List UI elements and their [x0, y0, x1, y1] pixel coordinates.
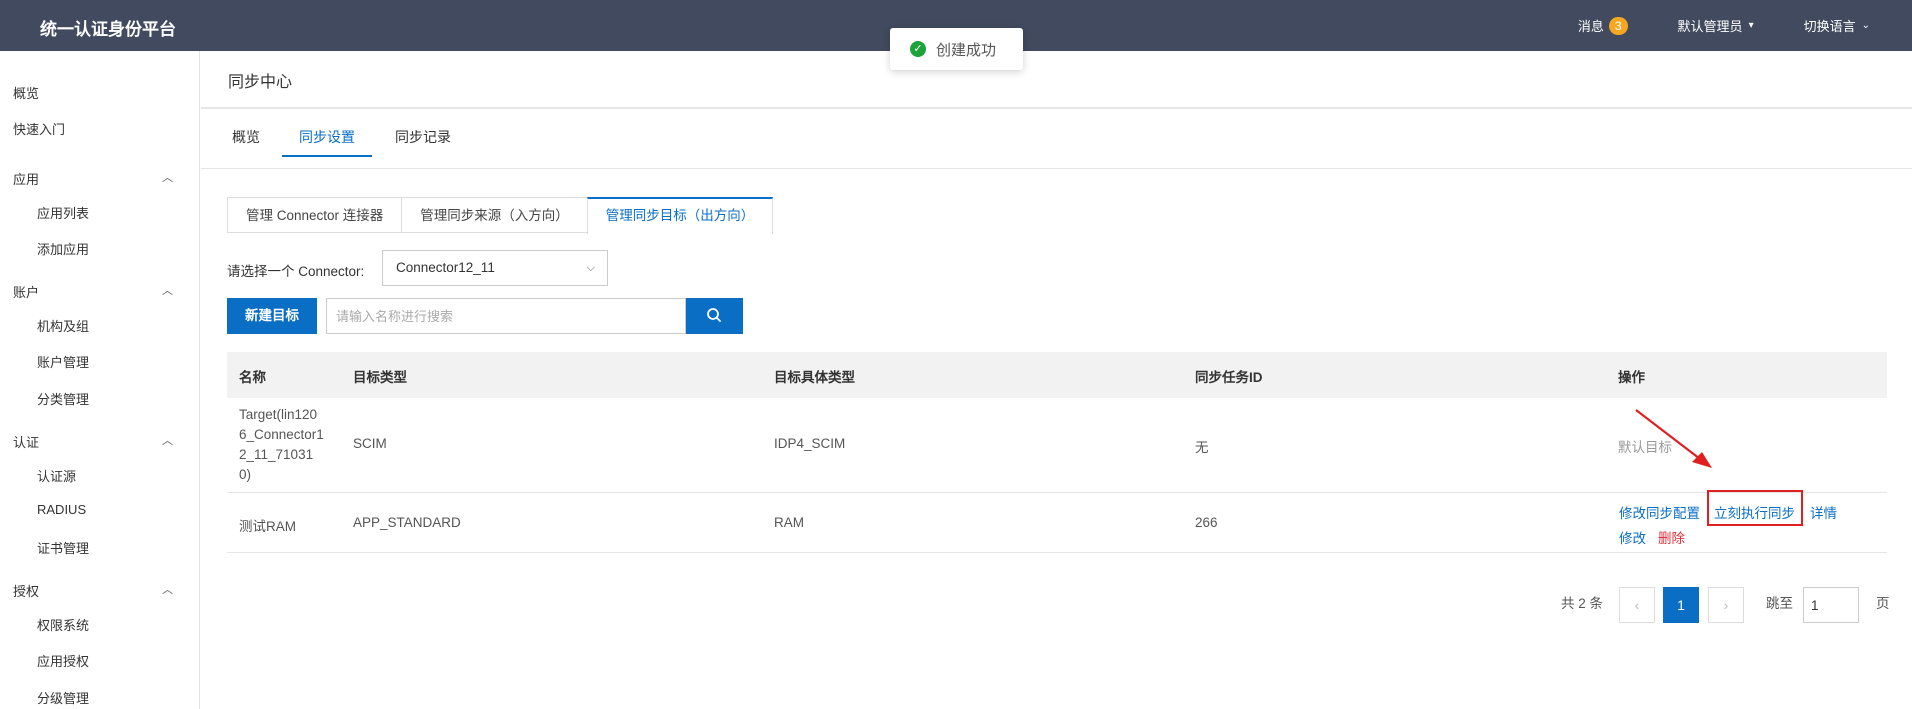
sidebar-item-quickstart[interactable]: 快速入门 [13, 119, 65, 138]
tab-overview[interactable]: 概览 [232, 127, 260, 155]
sidebar-item-cert-mgmt[interactable]: 证书管理 [37, 538, 89, 557]
check-circle-icon: ✓ [910, 41, 926, 57]
main-content: 同步中心 概览 同步设置 同步记录 管理 Connector 连接器 管理同步来… [201, 51, 1912, 709]
row-subtype: IDP4_SCIM [774, 436, 846, 451]
messages-button[interactable]: 消息 3 [1578, 16, 1628, 35]
caret-down-icon: ▾ [1748, 20, 1754, 31]
chevron-right-icon: › [1723, 597, 1729, 613]
details-link[interactable]: 详情 [1810, 502, 1837, 522]
sidebar-item-account-mgmt[interactable]: 账户管理 [37, 352, 89, 371]
connector-label: 请选择一个 Connector: [227, 264, 365, 279]
sidebar: 概览 快速入门 应用 ︿ 应用列表 添加应用 账户 ︿ 机构及组 账户管理 分类… [0, 51, 200, 709]
sidebar-group-accounts[interactable]: 账户 ︿ [13, 282, 173, 301]
table-row: 测试RAM APP_STANDARD RAM 266 修改同步配置 立刻执行同步… [227, 490, 1887, 553]
segment-tabs: 管理 Connector 连接器 管理同步来源（入方向） 管理同步目标（出方向） [227, 197, 774, 235]
page-title: 同步中心 [228, 74, 293, 91]
user-menu[interactable]: 默认管理员 ▾ [1678, 16, 1754, 35]
row-name-line: Target(lin120 [239, 407, 318, 422]
row-name-line: 6_Connector1 [239, 427, 324, 442]
sidebar-group-authorization[interactable]: 授权 ︿ [13, 581, 173, 600]
tab-sync-target[interactable]: 管理同步目标（出方向） [586, 197, 774, 234]
sidebar-group-apps[interactable]: 应用 ︿ [13, 169, 173, 188]
chevron-down-icon: ⌵ [586, 262, 595, 274]
edit-link[interactable]: 修改 [1619, 527, 1646, 547]
tab-sync-records[interactable]: 同步记录 [395, 127, 451, 155]
sidebar-item-tier-mgmt[interactable]: 分级管理 [37, 688, 89, 707]
sidebar-group-label: 账户 [13, 285, 40, 300]
chevron-up-icon: ︿ [162, 584, 173, 596]
row-name-cell: Target(lin120 6_Connector1 2_11_71031 0) [239, 405, 324, 485]
search-icon [707, 308, 721, 322]
row-name-line: 2_11_71031 [239, 447, 314, 462]
connector-select[interactable]: Connector12_11 ⌵ [382, 250, 608, 286]
goto-label: 跳至 [1766, 596, 1793, 611]
top-tabs: 概览 同步设置 同步记录 [201, 109, 1912, 169]
delete-link[interactable]: 删除 [1658, 527, 1685, 547]
chevron-up-icon: ︿ [162, 172, 173, 184]
tab-sync-settings[interactable]: 同步设置 [282, 127, 372, 157]
column-header-task-id: 同步任务ID [1195, 370, 1263, 385]
sidebar-item-app-list[interactable]: 应用列表 [37, 203, 89, 222]
sidebar-item-orgs[interactable]: 机构及组 [37, 316, 89, 335]
page-number-button[interactable]: 1 [1663, 587, 1699, 623]
tab-sync-source[interactable]: 管理同步来源（入方向） [401, 197, 587, 233]
top-right-menu: 消息 3 默认管理员 ▾ 切换语言 ⌄ [1578, 0, 1912, 51]
row-name: 测试RAM [239, 519, 296, 534]
search-input[interactable] [326, 298, 686, 334]
sidebar-group-label: 应用 [13, 172, 40, 187]
sidebar-item-app-authorization[interactable]: 应用授权 [37, 651, 89, 670]
sidebar-item-add-app[interactable]: 添加应用 [37, 239, 89, 258]
highlight-box [1707, 490, 1803, 526]
user-label: 默认管理员 [1677, 19, 1743, 34]
row-name-line: 0) [239, 467, 252, 482]
table-header: 名称 目标类型 目标具体类型 同步任务ID 操作 [227, 352, 1887, 398]
goto-page-input[interactable] [1803, 587, 1859, 623]
language-label: 切换语言 [1803, 19, 1856, 34]
sidebar-item-auth-source[interactable]: 认证源 [37, 466, 76, 485]
pagination-total: 共 2 条 [1561, 596, 1604, 611]
chevron-up-icon: ︿ [162, 435, 173, 447]
column-header-subtype: 目标具体类型 [774, 370, 855, 385]
chevron-left-icon: ‹ [1634, 597, 1640, 613]
sidebar-item-radius[interactable]: RADIUS [37, 502, 86, 517]
row-type: APP_STANDARD [353, 515, 461, 530]
brand-title: 统一认证身份平台 [40, 20, 176, 39]
sidebar-item-permission-system[interactable]: 权限系统 [37, 615, 89, 634]
sidebar-group-label: 认证 [13, 435, 40, 450]
new-target-button[interactable]: 新建目标 [227, 298, 317, 334]
edit-sync-config-link[interactable]: 修改同步配置 [1619, 502, 1700, 522]
success-toast: ✓ 创建成功 [890, 28, 1023, 70]
row-task-id: 无 [1195, 440, 1209, 455]
chevron-down-icon: ⌄ [1861, 20, 1870, 31]
language-menu[interactable]: 切换语言 ⌄ [1804, 16, 1870, 35]
row-subtype: RAM [774, 515, 804, 530]
column-header-actions: 操作 [1618, 370, 1645, 385]
search-button[interactable] [686, 298, 743, 334]
connector-select-value: Connector12_11 [396, 260, 495, 275]
messages-count-badge: 3 [1608, 16, 1628, 35]
column-header-type: 目标类型 [353, 370, 407, 385]
row-task-id: 266 [1195, 515, 1218, 530]
next-page-button[interactable]: › [1708, 587, 1744, 623]
annotation-arrow-icon [1635, 409, 1712, 468]
column-header-name: 名称 [239, 370, 266, 385]
prev-page-button[interactable]: ‹ [1619, 587, 1655, 623]
sidebar-item-category-mgmt[interactable]: 分类管理 [37, 389, 89, 408]
messages-label: 消息 [1577, 19, 1604, 34]
tab-connector[interactable]: 管理 Connector 连接器 [227, 197, 402, 233]
page-suffix: 页 [1876, 596, 1890, 611]
chevron-up-icon: ︿ [162, 285, 173, 297]
row-type: SCIM [353, 436, 387, 451]
sidebar-group-label: 授权 [13, 584, 40, 599]
sidebar-group-auth[interactable]: 认证 ︿ [13, 432, 173, 451]
sidebar-item-overview[interactable]: 概览 [13, 83, 39, 102]
toast-text: 创建成功 [936, 41, 997, 59]
